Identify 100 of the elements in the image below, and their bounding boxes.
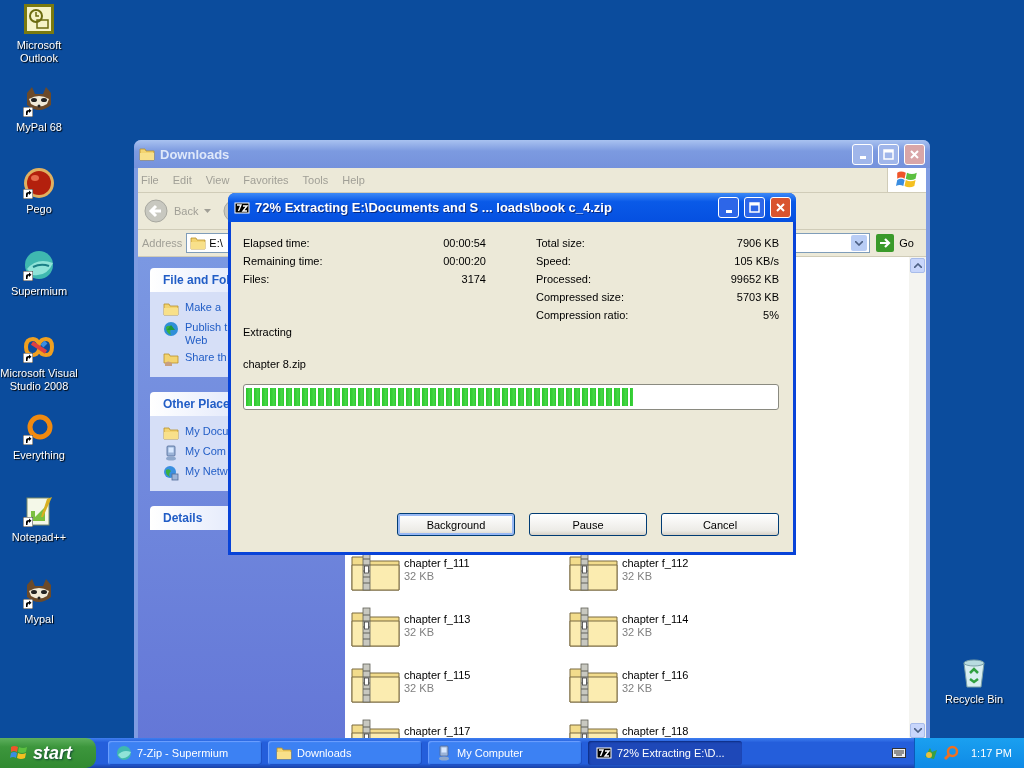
file-size: 32 KB [404,682,435,695]
desktop-icon-label[interactable]: Mypal [0,613,78,626]
file-name[interactable]: chapter f_112 [622,557,689,570]
arrow-right-icon [876,234,895,252]
window-title: Downloads [160,146,231,162]
dialog-button[interactable]: Pause [529,513,647,536]
desktop-icon-label[interactable]: Everything [0,449,78,462]
maximize-icon [749,202,760,213]
swirl-icon [116,745,132,761]
stat-value: 99652 KB [730,273,779,285]
close-icon [775,202,786,213]
stat-label: Total size: [536,237,585,249]
archive-app-icon [596,745,612,761]
desktop-icon-label[interactable]: Notepad++ [0,531,78,544]
stat-value: 5703 KB [736,291,779,303]
task-link[interactable]: My Com [185,445,226,458]
maximize-icon [883,148,894,160]
desktop-icon-label[interactable]: MyPal 68 [0,121,78,134]
clock: 1:17 PM [971,747,1012,759]
globe-icon [163,321,179,337]
go-button[interactable]: Go [874,234,924,252]
computer-icon [436,745,452,761]
file-size: 32 KB [622,682,653,695]
desktop-icon-label[interactable]: Recycle Bin [935,693,1013,706]
file-name[interactable]: chapter f_118 [622,725,689,738]
current-file: chapter 8.zip [243,358,307,370]
caret-icon [855,240,864,246]
file-name[interactable]: chapter f_114 [622,613,689,626]
file-name[interactable]: chapter f_115 [404,669,471,682]
stat-value: 5% [763,309,779,321]
windows-flag-icon [10,744,28,762]
task-link[interactable]: Make a [185,301,222,314]
dialog-button[interactable]: Cancel [661,513,779,536]
folder-icon [163,425,179,441]
desktop-icon-label[interactable]: Pego [0,203,78,216]
network-icon [163,465,179,481]
file-size: 32 KB [404,570,435,583]
stat-label: Compressed size: [536,291,625,303]
swirl-icon[interactable] [23,249,55,281]
close-button[interactable] [770,197,791,218]
zipped-folder-icon [351,663,401,703]
stat-label: Remaining time: [243,255,323,267]
file-size: 32 KB [622,570,653,583]
folder-icon [139,146,155,162]
taskbar-button[interactable]: My Computer [428,741,582,765]
computer-icon [163,445,179,461]
zipped-folder-icon [569,663,619,703]
stat-label: Speed: [536,255,571,267]
dialog-title: 72% Extracting E:\Documents and S ... loads\book c_4.zip [255,200,613,215]
caret-icon [913,728,922,733]
caret-icon [913,263,922,268]
start-button[interactable]: start [0,738,96,768]
desktop-icon-label[interactable]: Microsoft Outlook [0,39,78,65]
dialog-button[interactable]: Background [397,513,515,536]
clock-envelope-icon[interactable] [23,3,55,35]
desktop-icon-label[interactable]: Microsoft Visual Studio 2008 [0,367,78,393]
status-text: Extracting [243,326,293,338]
file-name[interactable]: chapter f_117 [404,725,471,738]
stat-label: Files: [243,273,270,285]
stat-value: 00:00:20 [443,255,486,267]
maximize-button[interactable] [744,197,765,218]
minimize-button[interactable] [718,197,739,218]
file-size: 32 KB [404,626,435,639]
dropdown-arrow-icon [204,209,212,213]
folder-icon [276,745,292,761]
file-name[interactable]: chapter f_113 [404,613,471,626]
stat-label: Compression ratio: [536,309,629,321]
file-name[interactable]: chapter f_111 [404,557,470,570]
stat-value: 3174 [461,273,486,285]
keyboard-icon[interactable] [892,748,906,758]
zipped-folder-icon [351,607,401,647]
notepad-icon[interactable] [23,495,55,527]
scroll-up-button[interactable] [910,258,925,273]
desktop-icon-label[interactable]: Supermium [0,285,78,298]
task-link[interactable]: Publish t Web [185,321,228,347]
close-icon [909,148,920,160]
task-link[interactable]: My Netw [185,465,228,478]
file-name[interactable]: chapter f_116 [622,669,689,682]
taskbar-button[interactable]: Downloads [268,741,422,765]
task-link[interactable]: Share th [185,351,227,364]
stat-value: 7906 KB [736,237,779,249]
minimize-icon [725,209,732,213]
shared-folder-icon [163,351,179,367]
archive-app-icon [234,199,250,216]
stat-label: Elapsed time: [243,237,310,249]
taskbar-button[interactable]: 72% Extracting E:\D... [588,741,742,765]
taskbar-button[interactable]: 7-Zip - Supermium [108,741,262,765]
folder-icon [190,235,207,251]
stat-value: 00:00:54 [443,237,486,249]
stat-label: Processed: [536,273,592,285]
scroll-down-button[interactable] [910,723,925,738]
folder-icon [163,301,179,317]
scrollbar[interactable] [909,257,926,740]
address-label: Address [142,237,183,249]
minimize-icon [859,156,866,159]
stat-value: 105 KB/s [734,255,779,267]
file-size: 32 KB [622,626,653,639]
zipped-folder-icon [569,607,619,647]
dropdown-button[interactable] [851,235,868,251]
task-link[interactable]: My Docu [185,425,229,438]
